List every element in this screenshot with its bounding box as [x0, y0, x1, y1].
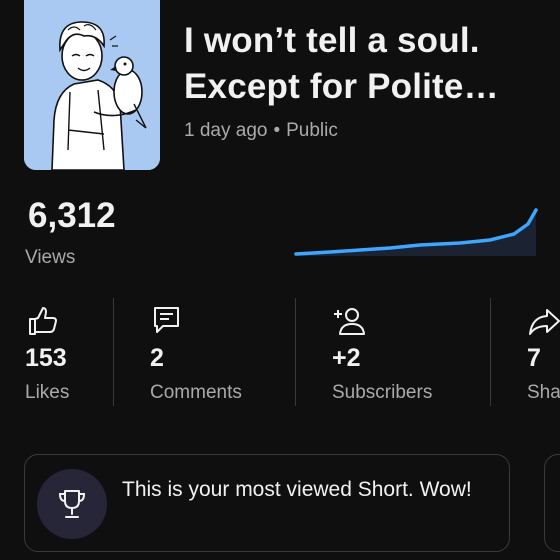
- subscribers-count: +2: [332, 344, 361, 372]
- next-insight-card[interactable]: [544, 454, 560, 552]
- shares-count: 7: [527, 344, 541, 372]
- likes-count: 153: [25, 344, 67, 372]
- trophy-icon: [58, 490, 86, 518]
- comments-count: 2: [150, 344, 164, 372]
- upload-age: 1 day ago: [184, 120, 268, 141]
- insight-text: This is your most viewed Short. Wow!: [122, 478, 472, 501]
- subscribers-label: Subscribers: [332, 382, 433, 403]
- title-line-2: Except for Polite…: [184, 67, 499, 106]
- insight-card[interactable]: This is your most viewed Short. Wow!: [24, 454, 510, 552]
- video-title[interactable]: I won’t tell a soul. Except for Polite…: [184, 18, 544, 110]
- likes-label: Likes: [25, 382, 70, 403]
- views-sparkline: [294, 208, 538, 256]
- title-line-1: I won’t tell a soul.: [184, 21, 480, 60]
- comments-label: Comments: [150, 382, 242, 403]
- comment-icon: [154, 307, 179, 333]
- thumbnail-illustration: [24, 0, 160, 170]
- stat-shares[interactable]: 7 Sha: [527, 298, 560, 406]
- video-thumbnail[interactable]: [24, 0, 160, 170]
- shares-label: Sha: [527, 382, 560, 403]
- add-person-icon: [334, 308, 365, 335]
- trophy-badge: [37, 469, 107, 539]
- stat-divider: [490, 298, 491, 406]
- thumbs-up-icon: [29, 307, 57, 335]
- views-count: 6,312: [28, 196, 116, 235]
- visibility-status: Public: [286, 120, 338, 141]
- share-icon: [529, 309, 560, 335]
- stat-divider: [113, 298, 114, 406]
- views-label: Views: [25, 247, 76, 268]
- stat-divider: [295, 298, 296, 406]
- video-meta: 1 day ago • Public: [184, 120, 338, 142]
- meta-separator: •: [273, 120, 281, 141]
